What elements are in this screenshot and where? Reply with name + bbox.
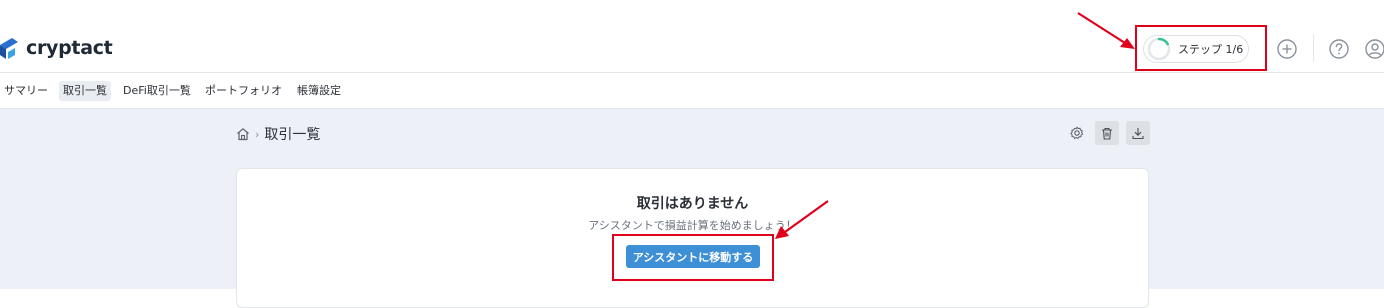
gear-icon[interactable] (1068, 123, 1086, 143)
nav-item-transactions[interactable]: 取引一覧 (59, 81, 111, 101)
breadcrumb: › 取引一覧 (236, 124, 320, 144)
download-button[interactable] (1126, 121, 1150, 145)
app-name: cryptact (26, 37, 113, 59)
empty-state-title: 取引はありません (636, 196, 749, 212)
logo-mark-icon (0, 38, 18, 59)
main-content: › 取引一覧 取引はありません アシスタントで損益計算を始めましょう！ アシスタ… (0, 109, 1384, 308)
help-circle-icon[interactable] (1328, 38, 1350, 60)
app-header: cryptact ステップ 1/6 (0, 0, 1384, 73)
main-nav: サマリー 取引一覧 DeFi取引一覧 ポートフォリオ 帳簿設定 (0, 73, 1384, 109)
nav-item-summary[interactable]: サマリー (0, 81, 52, 101)
delete-button[interactable] (1095, 121, 1119, 145)
breadcrumb-separator: › (255, 127, 260, 141)
nav-item-ledger-settings[interactable]: 帳簿設定 (293, 81, 345, 101)
header-divider (1313, 34, 1314, 62)
page-title: 取引一覧 (264, 127, 321, 143)
logo[interactable]: cryptact (0, 35, 113, 61)
step-progress-button[interactable]: ステップ 1/6 (1143, 35, 1249, 63)
empty-state-subtitle: アシスタントで損益計算を始めましょう！ (588, 219, 797, 232)
step-label: ステップ 1/6 (1178, 43, 1244, 56)
go-to-assistant-button[interactable]: アシスタントに移動する (626, 245, 760, 268)
nav-item-portfolio[interactable]: ポートフォリオ (201, 81, 286, 101)
nav-item-defi-transactions[interactable]: DeFi取引一覧 (119, 81, 195, 101)
progress-ring-icon (1147, 37, 1171, 61)
trash-icon (1102, 127, 1112, 140)
home-icon[interactable] (236, 127, 250, 141)
plus-circle-icon[interactable] (1276, 38, 1298, 60)
user-circle-icon[interactable] (1364, 38, 1384, 60)
download-icon (1132, 127, 1144, 139)
empty-state-card: 取引はありません アシスタントで損益計算を始めましょう！ アシスタントに移動する (236, 168, 1149, 308)
